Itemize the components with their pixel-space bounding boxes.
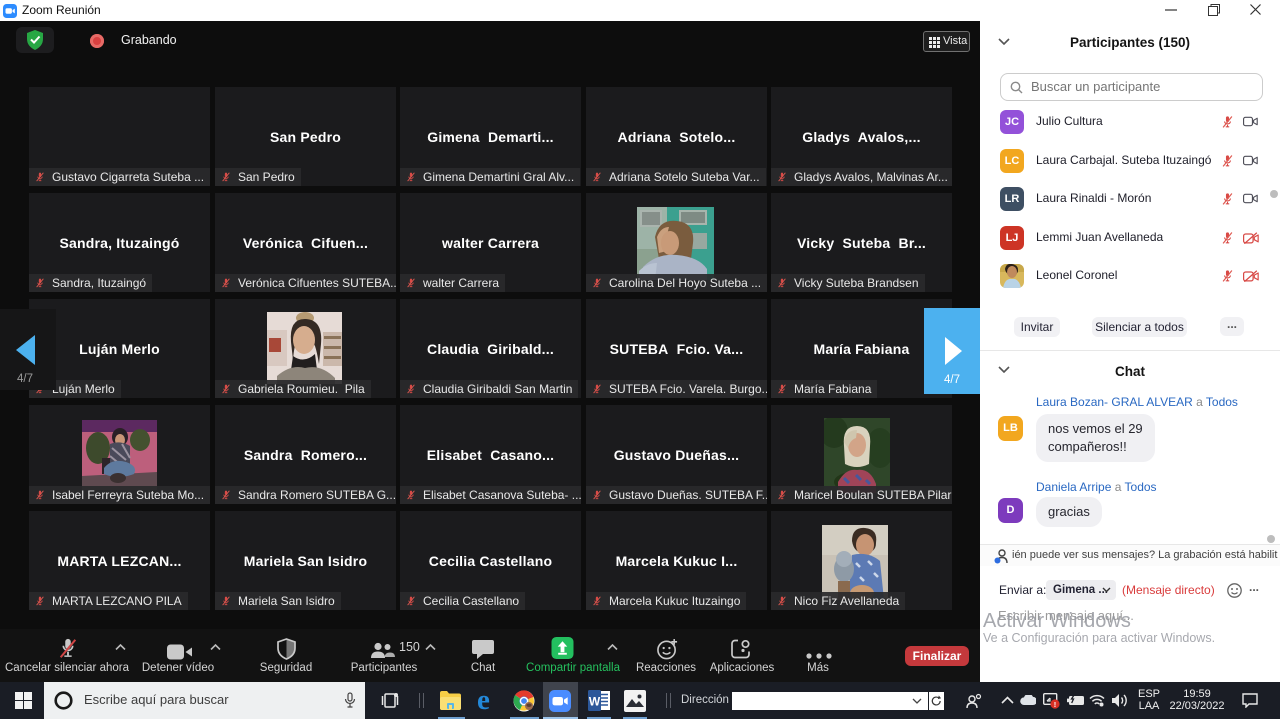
svg-text:!: ! [1054,700,1057,709]
svg-text:W: W [589,695,601,709]
